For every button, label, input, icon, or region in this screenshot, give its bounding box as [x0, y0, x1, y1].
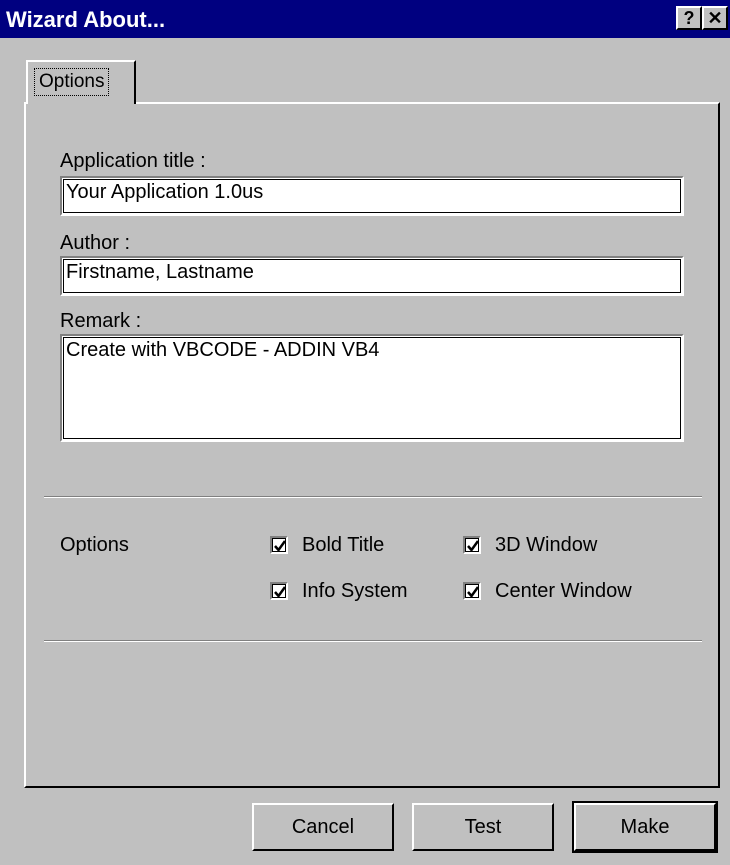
checkmark-icon	[270, 536, 288, 554]
center-window-checkbox[interactable]: Center Window	[463, 577, 632, 605]
window-title: Wizard About...	[6, 7, 166, 32]
title-bar[interactable]: Wizard About... ? ✕	[0, 0, 730, 38]
author-label: Author :	[60, 232, 131, 254]
remark-textarea[interactable]: Create with VBCODE - ADDIN VB4	[60, 334, 684, 442]
separator-top	[44, 496, 702, 498]
checkmark-icon	[463, 582, 481, 600]
close-icon: ✕	[707, 8, 723, 28]
app-title-input[interactable]: Your Application 1.0us	[60, 176, 684, 216]
3d-window-label: 3D Window	[495, 533, 598, 556]
bold-title-checkbox[interactable]: Bold Title	[270, 531, 384, 559]
help-icon: ?	[683, 8, 695, 28]
cancel-button[interactable]: Cancel	[252, 803, 394, 851]
close-button[interactable]: ✕	[702, 6, 728, 30]
wizard-about-window: Wizard About... ? ✕ Options Application …	[0, 0, 730, 865]
remark-label: Remark :	[60, 310, 142, 332]
center-window-label: Center Window	[495, 579, 632, 602]
bold-title-label: Bold Title	[302, 533, 385, 556]
app-title-label: Application title :	[60, 150, 206, 172]
checkmark-icon	[463, 536, 481, 554]
checkmark-icon	[270, 582, 288, 600]
options-section-label: Options	[60, 534, 129, 556]
3d-window-checkbox[interactable]: 3D Window	[463, 531, 597, 559]
info-system-checkbox[interactable]: Info System	[270, 577, 408, 605]
separator-bottom	[44, 640, 702, 642]
help-button[interactable]: ?	[676, 6, 702, 30]
author-input[interactable]: Firstname, Lastname	[60, 256, 684, 296]
test-button[interactable]: Test	[412, 803, 554, 851]
tab-options-label: Options	[34, 68, 110, 96]
info-system-label: Info System	[302, 579, 408, 602]
make-button[interactable]: Make	[572, 801, 718, 853]
tab-options[interactable]: Options	[26, 60, 136, 104]
